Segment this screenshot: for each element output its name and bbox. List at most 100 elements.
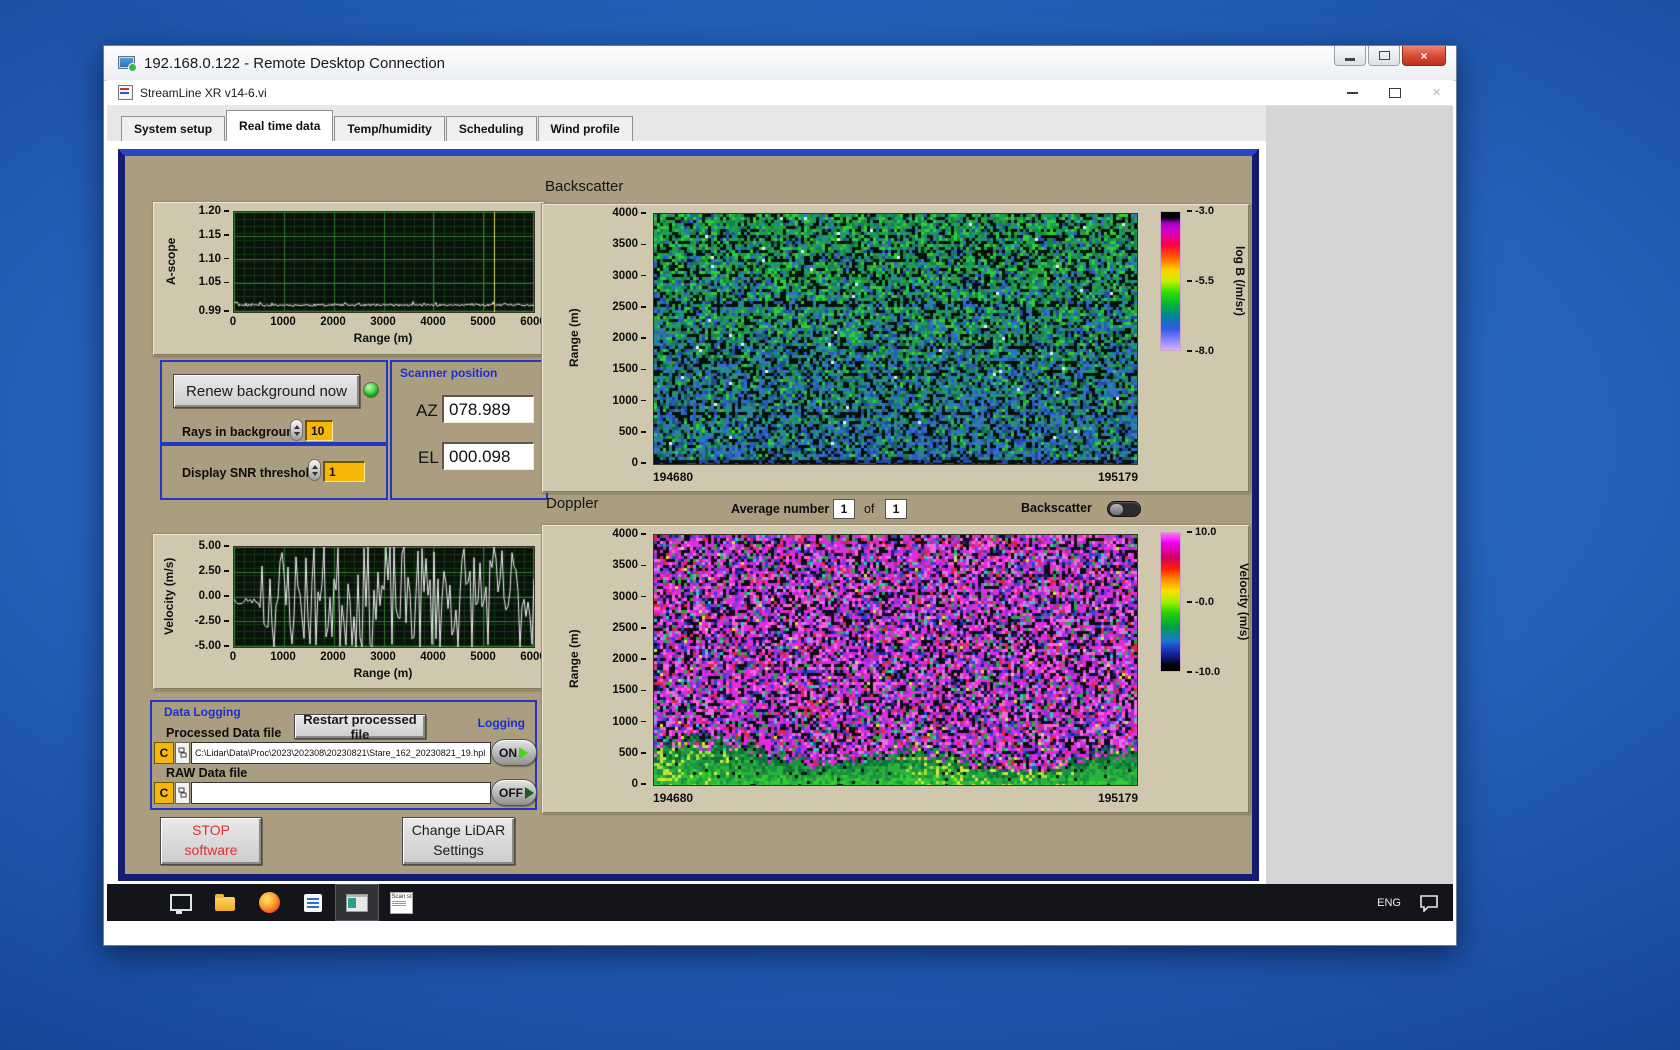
background-controls-box: Renew background now Rays in background … [160, 360, 388, 444]
rdp-close-button[interactable]: × [1402, 46, 1446, 66]
minimize-icon [1345, 57, 1355, 61]
a-scope-y-ticks: 1.20 1.15 1.10 1.05 0.99 [183, 205, 229, 317]
firefox-icon [258, 892, 280, 913]
raw-drive-box[interactable]: C [154, 782, 174, 804]
tab-temp-humidity[interactable]: Temp/humidity [334, 116, 445, 141]
decrement-icon [293, 431, 300, 436]
processed-drive-box[interactable]: C [154, 742, 174, 764]
processed-logging-toggle[interactable]: ON [491, 739, 537, 766]
taskbar-scan-schedule-button[interactable]: Scan sched [379, 884, 423, 921]
average-number-field[interactable]: 1 [833, 499, 855, 519]
language-indicator[interactable]: ENG [1377, 897, 1401, 909]
restart-processed-file-button[interactable]: Restart processed file [294, 712, 426, 742]
desktop: 192.168.0.122 - Remote Desktop Connectio… [0, 0, 1680, 1050]
tab-strip: System setup Real time data Temp/humidit… [107, 105, 1266, 141]
rays-value-field[interactable]: 10 [305, 420, 333, 441]
raw-logging-toggle[interactable]: OFF [491, 779, 537, 806]
average-number-label: Average number [731, 502, 830, 516]
toggle-knob [1110, 504, 1123, 515]
stop-label-line1: STOP [192, 822, 230, 839]
app-close-button[interactable]: × [1432, 85, 1441, 100]
taskbar-monitor-button[interactable] [159, 884, 203, 921]
taskbar-streamline-app-button[interactable] [335, 884, 379, 921]
el-value-field: 000.098 [442, 442, 534, 470]
folder-icon [215, 894, 235, 911]
velocity-x-axis-label: Range (m) [353, 666, 413, 680]
rdp-minimize-button[interactable] [1334, 46, 1366, 66]
chat-icon[interactable] [1419, 894, 1439, 912]
taskbar: Scan sched ENG [107, 884, 1453, 921]
backscatter-heatmap [654, 214, 1137, 464]
app-maximize-button[interactable] [1389, 87, 1402, 98]
a-scope-plot-area [233, 211, 535, 313]
scanner-position-box: Scanner position AZ 078.989 EL 000.098 [390, 360, 548, 500]
backscatter-plot-area [653, 213, 1138, 465]
processed-path-field[interactable]: C:\Lidar\Data\Proc\2023\202308\20230821\… [191, 742, 491, 764]
vi-app-icon [118, 85, 133, 100]
backscatter-x-end: 195179 [1097, 470, 1138, 484]
scan-schedule-icon-text: Scan sched [391, 893, 413, 900]
backscatter-y-ticks: 4000 3500 3000 2500 2000 1500 1000 500 0 [598, 207, 646, 469]
off-label: OFF [499, 785, 523, 800]
backscatter-graph: Range (m) 4000 3500 3000 2500 2000 1500 1000 50… [541, 203, 1250, 493]
backscatter-title: Backscatter [545, 178, 624, 195]
browse-icon [178, 787, 187, 798]
toggle-arrow-icon [525, 786, 534, 799]
a-scope-x-axis-label: Range (m) [353, 331, 413, 345]
doppler-title: Doppler [546, 495, 599, 512]
taskbar-document-button[interactable] [291, 884, 335, 921]
close-icon: × [1420, 48, 1428, 63]
velocity-plot [234, 547, 534, 647]
snr-threshold-label: Display SNR threshold [182, 466, 317, 480]
backscatter-display-toggle[interactable] [1107, 501, 1141, 517]
app-titlebar: StreamLine XR v14-6.vi × [107, 80, 1453, 106]
rdp-titlebar: 192.168.0.122 - Remote Desktop Connectio… [104, 46, 1456, 81]
front-panel: A-scope 1.20 1.15 1.10 1.05 0.99 0 1000 2000 30… [118, 149, 1259, 881]
backscatter-y-axis-label: Range (m) [567, 308, 581, 368]
doppler-heatmap [654, 535, 1137, 785]
raw-browse-button[interactable] [175, 782, 190, 804]
velocity-x-ticks: 0 1000 2000 3000 4000 5000 6000 [229, 651, 546, 663]
average-total-field[interactable]: 1 [885, 499, 907, 519]
rays-spinner[interactable] [290, 419, 303, 441]
rays-in-background-label: Rays in background [182, 425, 302, 439]
backscatter-colorbar-ticks: -3.0 -5.5 -8.0 [1187, 205, 1231, 357]
app-minimize-button[interactable] [1347, 91, 1359, 94]
velocity-plot-area [233, 546, 535, 648]
snr-threshold-box: Display SNR threshold 1 [160, 444, 388, 500]
processed-browse-button[interactable] [175, 742, 190, 764]
scanner-position-title: Scanner position [400, 366, 498, 380]
taskbar-firefox-button[interactable] [247, 884, 291, 921]
background-status-led [363, 382, 379, 398]
settings-label-line1: Change LiDAR [411, 822, 506, 839]
taskbar-file-explorer-button[interactable] [203, 884, 247, 921]
stop-software-button[interactable]: STOP software [160, 817, 262, 865]
rdp-maximize-button[interactable] [1368, 46, 1400, 66]
settings-label-line2: Settings [433, 842, 484, 858]
renew-background-button[interactable]: Renew background now [173, 374, 360, 408]
doppler-colorbar-label: Velocity (m/s) [1237, 563, 1251, 641]
doppler-x-start: 194680 [653, 791, 694, 805]
raw-path-field[interactable] [191, 782, 491, 804]
velocity-axis-label: Velocity (m/s) [162, 557, 176, 635]
tab-system-setup[interactable]: System setup [121, 116, 226, 141]
velocity-graph: Velocity (m/s) 5.00 2.50 0.00 -2.50 -5.00 01… [152, 533, 546, 690]
doppler-y-ticks: 4000 3500 3000 2500 2000 1500 1000 500 0 [598, 528, 646, 790]
snr-value-field[interactable]: 1 [323, 461, 365, 482]
change-lidar-settings-button[interactable]: Change LiDAR Settings [402, 817, 515, 865]
backscatter-colorbar [1160, 211, 1181, 351]
remote-screen: StreamLine XR v14-6.vi × System setup Re… [107, 80, 1453, 921]
data-logging-title: Data Logging [164, 705, 241, 719]
increment-icon [311, 464, 318, 469]
snr-spinner[interactable] [308, 459, 321, 481]
doppler-x-end: 195179 [1097, 791, 1138, 805]
maximize-icon [1378, 51, 1390, 60]
tab-real-time-data[interactable]: Real time data [226, 110, 334, 141]
tab-wind-profile[interactable]: Wind profile [537, 116, 633, 141]
rdp-window: 192.168.0.122 - Remote Desktop Connectio… [103, 45, 1457, 946]
backscatter-toggle-label: Backscatter [1021, 501, 1092, 515]
on-label: ON [499, 745, 517, 760]
tab-scheduling[interactable]: Scheduling [445, 116, 537, 141]
el-label: EL [418, 448, 439, 467]
toggle-arrow-icon [519, 746, 528, 759]
